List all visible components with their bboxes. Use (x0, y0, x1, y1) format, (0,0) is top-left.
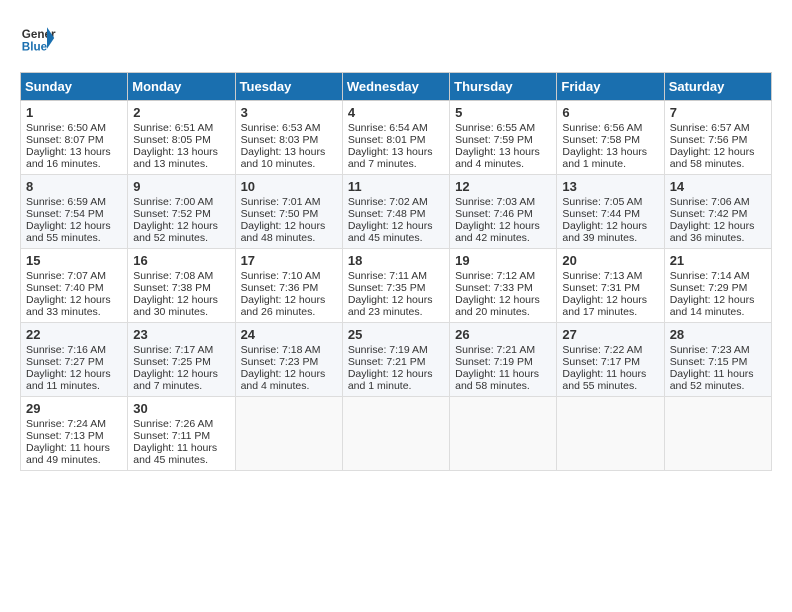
weekday-header: Friday (557, 73, 664, 101)
day-number: 26 (455, 327, 551, 342)
day-number: 1 (26, 105, 122, 120)
day-number: 24 (241, 327, 337, 342)
day-number: 15 (26, 253, 122, 268)
svg-text:Blue: Blue (22, 41, 48, 54)
day-number: 3 (241, 105, 337, 120)
calendar-cell: 11Sunrise: 7:02 AMSunset: 7:48 PMDayligh… (342, 175, 449, 249)
day-number: 5 (455, 105, 551, 120)
weekday-header-row: SundayMondayTuesdayWednesdayThursdayFrid… (21, 73, 772, 101)
weekday-header: Saturday (664, 73, 771, 101)
calendar-cell: 19Sunrise: 7:12 AMSunset: 7:33 PMDayligh… (450, 249, 557, 323)
calendar-cell: 10Sunrise: 7:01 AMSunset: 7:50 PMDayligh… (235, 175, 342, 249)
calendar-cell (342, 397, 449, 471)
calendar-cell: 28Sunrise: 7:23 AMSunset: 7:15 PMDayligh… (664, 323, 771, 397)
calendar-cell: 26Sunrise: 7:21 AMSunset: 7:19 PMDayligh… (450, 323, 557, 397)
weekday-header: Wednesday (342, 73, 449, 101)
calendar-cell: 22Sunrise: 7:16 AMSunset: 7:27 PMDayligh… (21, 323, 128, 397)
calendar-table: SundayMondayTuesdayWednesdayThursdayFrid… (20, 72, 772, 471)
calendar-cell: 24Sunrise: 7:18 AMSunset: 7:23 PMDayligh… (235, 323, 342, 397)
calendar-cell: 21Sunrise: 7:14 AMSunset: 7:29 PMDayligh… (664, 249, 771, 323)
day-number: 22 (26, 327, 122, 342)
day-number: 10 (241, 179, 337, 194)
day-number: 18 (348, 253, 444, 268)
day-number: 25 (348, 327, 444, 342)
weekday-header: Sunday (21, 73, 128, 101)
calendar-week-5: 29Sunrise: 7:24 AMSunset: 7:13 PMDayligh… (21, 397, 772, 471)
calendar-cell: 20Sunrise: 7:13 AMSunset: 7:31 PMDayligh… (557, 249, 664, 323)
calendar-cell (450, 397, 557, 471)
calendar-cell (235, 397, 342, 471)
calendar-cell: 17Sunrise: 7:10 AMSunset: 7:36 PMDayligh… (235, 249, 342, 323)
calendar-cell: 1Sunrise: 6:50 AMSunset: 8:07 PMDaylight… (21, 101, 128, 175)
day-number: 28 (670, 327, 766, 342)
calendar-cell: 12Sunrise: 7:03 AMSunset: 7:46 PMDayligh… (450, 175, 557, 249)
calendar-week-2: 8Sunrise: 6:59 AMSunset: 7:54 PMDaylight… (21, 175, 772, 249)
calendar-cell: 14Sunrise: 7:06 AMSunset: 7:42 PMDayligh… (664, 175, 771, 249)
calendar-cell (664, 397, 771, 471)
weekday-header: Monday (128, 73, 235, 101)
day-number: 19 (455, 253, 551, 268)
logo-icon: General Blue (20, 20, 56, 56)
day-number: 2 (133, 105, 229, 120)
calendar-cell: 2Sunrise: 6:51 AMSunset: 8:05 PMDaylight… (128, 101, 235, 175)
calendar-week-1: 1Sunrise: 6:50 AMSunset: 8:07 PMDaylight… (21, 101, 772, 175)
logo: General Blue (20, 20, 56, 56)
calendar-cell: 5Sunrise: 6:55 AMSunset: 7:59 PMDaylight… (450, 101, 557, 175)
calendar-week-3: 15Sunrise: 7:07 AMSunset: 7:40 PMDayligh… (21, 249, 772, 323)
calendar-cell: 23Sunrise: 7:17 AMSunset: 7:25 PMDayligh… (128, 323, 235, 397)
day-number: 13 (562, 179, 658, 194)
calendar-cell (557, 397, 664, 471)
day-number: 12 (455, 179, 551, 194)
weekday-header: Thursday (450, 73, 557, 101)
day-number: 30 (133, 401, 229, 416)
calendar-cell: 4Sunrise: 6:54 AMSunset: 8:01 PMDaylight… (342, 101, 449, 175)
day-number: 20 (562, 253, 658, 268)
day-number: 21 (670, 253, 766, 268)
day-number: 29 (26, 401, 122, 416)
calendar-cell: 25Sunrise: 7:19 AMSunset: 7:21 PMDayligh… (342, 323, 449, 397)
day-number: 27 (562, 327, 658, 342)
calendar-week-4: 22Sunrise: 7:16 AMSunset: 7:27 PMDayligh… (21, 323, 772, 397)
day-number: 8 (26, 179, 122, 194)
day-number: 11 (348, 179, 444, 194)
day-number: 7 (670, 105, 766, 120)
calendar-cell: 6Sunrise: 6:56 AMSunset: 7:58 PMDaylight… (557, 101, 664, 175)
page-header: General Blue (20, 20, 772, 56)
calendar-cell: 18Sunrise: 7:11 AMSunset: 7:35 PMDayligh… (342, 249, 449, 323)
calendar-cell: 29Sunrise: 7:24 AMSunset: 7:13 PMDayligh… (21, 397, 128, 471)
day-number: 17 (241, 253, 337, 268)
day-number: 9 (133, 179, 229, 194)
day-number: 16 (133, 253, 229, 268)
day-number: 4 (348, 105, 444, 120)
day-number: 6 (562, 105, 658, 120)
calendar-cell: 9Sunrise: 7:00 AMSunset: 7:52 PMDaylight… (128, 175, 235, 249)
calendar-cell: 27Sunrise: 7:22 AMSunset: 7:17 PMDayligh… (557, 323, 664, 397)
calendar-cell: 8Sunrise: 6:59 AMSunset: 7:54 PMDaylight… (21, 175, 128, 249)
calendar-cell: 16Sunrise: 7:08 AMSunset: 7:38 PMDayligh… (128, 249, 235, 323)
calendar-cell: 3Sunrise: 6:53 AMSunset: 8:03 PMDaylight… (235, 101, 342, 175)
calendar-cell: 15Sunrise: 7:07 AMSunset: 7:40 PMDayligh… (21, 249, 128, 323)
day-number: 14 (670, 179, 766, 194)
calendar-cell: 30Sunrise: 7:26 AMSunset: 7:11 PMDayligh… (128, 397, 235, 471)
weekday-header: Tuesday (235, 73, 342, 101)
calendar-cell: 13Sunrise: 7:05 AMSunset: 7:44 PMDayligh… (557, 175, 664, 249)
calendar-cell: 7Sunrise: 6:57 AMSunset: 7:56 PMDaylight… (664, 101, 771, 175)
day-number: 23 (133, 327, 229, 342)
